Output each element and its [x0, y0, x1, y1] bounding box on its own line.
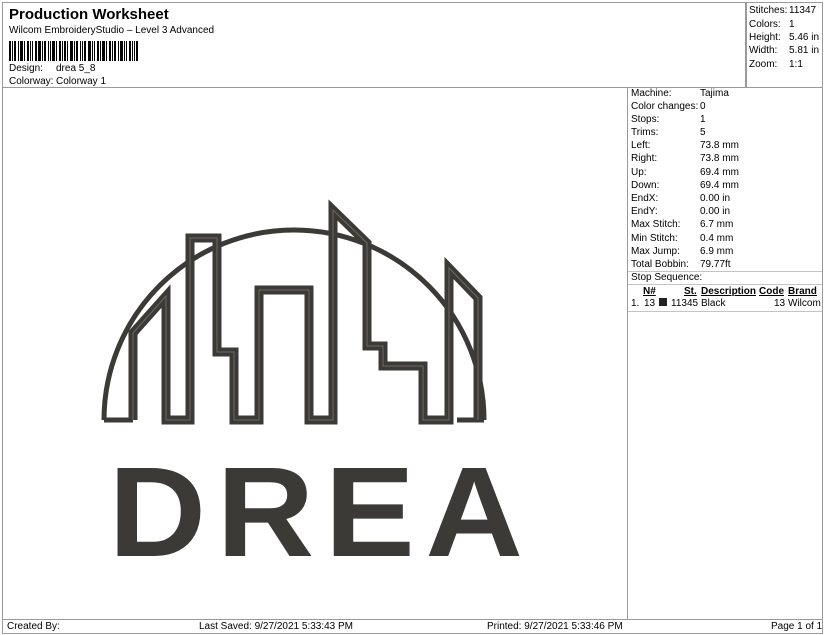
- summary-label: Height:: [749, 32, 781, 43]
- stop-sequence-title: Stop Sequence:: [631, 272, 703, 283]
- thread-color-swatch: [659, 298, 667, 306]
- colorway-value: Colorway 1: [56, 76, 107, 87]
- summary-label: Stitches:: [749, 5, 788, 16]
- summary-panel: Stitches: 11347 Colors: 1 Height: 5.46 in W…: [746, 2, 823, 88]
- summary-value: 1: [789, 19, 795, 30]
- summary-row-zoom: Zoom: 1:1: [749, 59, 821, 70]
- detail-row: Color changes: 0: [631, 101, 706, 112]
- worksheet-header: Production Worksheet Wilcom EmbroiderySt…: [2, 2, 746, 88]
- detail-value: 0.00 in: [700, 206, 731, 217]
- summary-value: 5.81 in: [789, 45, 820, 56]
- detail-row: EndX: 0.00 in: [631, 193, 730, 204]
- skyline-logo-artwork: [101, 199, 487, 425]
- detail-label: Right:: [631, 153, 658, 164]
- detail-label: Total Bobbin:: [631, 259, 689, 270]
- barcode-image: [9, 41, 138, 61]
- detail-value: 0: [700, 101, 706, 112]
- created-by: Created By:: [7, 621, 60, 632]
- detail-value: 0.00 in: [700, 193, 731, 204]
- design-preview: DREA: [2, 87, 628, 620]
- detail-row: Machine: Tajima: [631, 88, 729, 99]
- summary-value: 5.46 in: [789, 32, 820, 43]
- divider: [628, 284, 822, 285]
- detail-row: Total Bobbin: 79.77ft: [631, 259, 731, 270]
- detail-label: EndY:: [631, 206, 658, 217]
- summary-row-stitches: Stitches: 11347: [749, 5, 821, 16]
- detail-label: Up:: [631, 167, 647, 178]
- detail-label: Color changes:: [631, 101, 699, 112]
- row-code: 13: [774, 298, 786, 309]
- summary-label: Colors:: [749, 19, 781, 30]
- col-n-header: N#: [643, 286, 656, 297]
- row-brand: Wilcom: [788, 298, 821, 309]
- row-description: Black: [701, 298, 726, 309]
- detail-label: Trims:: [631, 127, 659, 138]
- summary-row-colors: Colors: 1: [749, 19, 821, 30]
- col-code-header: Code: [759, 286, 784, 297]
- detail-row: Down: 69.4 mm: [631, 180, 739, 191]
- detail-value: 69.4 mm: [700, 167, 739, 178]
- detail-row: Max Stitch: 6.7 mm: [631, 219, 733, 230]
- design-text: DREA: [109, 441, 534, 584]
- detail-label: Left:: [631, 140, 651, 151]
- col-brand-header: Brand: [788, 286, 817, 297]
- detail-value: 1: [700, 114, 706, 125]
- row-index: 1.: [631, 298, 640, 309]
- detail-label: Max Stitch:: [631, 219, 681, 230]
- divider: [628, 311, 822, 312]
- col-description-header: Description: [701, 286, 757, 297]
- detail-row: Trims: 5: [631, 127, 706, 138]
- detail-label: Down:: [631, 180, 660, 191]
- detail-row: Min Stitch: 0.4 mm: [631, 233, 733, 244]
- detail-row: Stops: 1: [631, 114, 706, 125]
- detail-value: 73.8 mm: [700, 153, 739, 164]
- embroidery-design: DREA: [101, 199, 534, 584]
- detail-row: Left: 73.8 mm: [631, 140, 739, 151]
- detail-value: 6.7 mm: [700, 219, 734, 230]
- summary-value: 11347: [789, 5, 817, 16]
- detail-value: Tajima: [700, 88, 729, 99]
- detail-value: 6.9 mm: [700, 246, 734, 257]
- design-value: drea 5_8: [56, 63, 96, 74]
- detail-value: 79.77ft: [700, 259, 731, 270]
- col-st-header: St.: [684, 286, 697, 297]
- detail-value: 73.8 mm: [700, 140, 739, 151]
- detail-value: 0.4 mm: [700, 233, 734, 244]
- detail-value: 5: [700, 127, 706, 138]
- detail-label: Max Jump:: [631, 246, 680, 257]
- detail-label: EndX:: [631, 193, 659, 204]
- software-name: Wilcom EmbroideryStudio – Level 3 Advanc…: [9, 25, 215, 36]
- colorway-label: Colorway:: [9, 76, 54, 87]
- last-saved: Last Saved: 9/27/2021 5:33:43 PM: [199, 621, 353, 632]
- summary-value: 1:1: [789, 59, 803, 70]
- detail-row: Up: 69.4 mm: [631, 167, 739, 178]
- design-label: Design:: [9, 63, 43, 74]
- worksheet-footer: Created By: Last Saved: 9/27/2021 5:33:4…: [2, 619, 823, 634]
- machine-details-panel: Machine: Tajima Color changes: 0 Stops: 1 T…: [627, 87, 823, 620]
- row-st: 11345: [671, 298, 699, 309]
- summary-label: Zoom:: [749, 59, 778, 70]
- summary-label: Width:: [749, 45, 778, 56]
- row-n: 13: [644, 298, 656, 309]
- detail-row: Right: 73.8 mm: [631, 153, 739, 164]
- colorway-row: Colorway: Colorway 1: [9, 76, 106, 87]
- detail-label: Min Stitch:: [631, 233, 678, 244]
- summary-row-width: Width: 5.81 in: [749, 45, 821, 56]
- design-row: Design: drea 5_8: [9, 63, 95, 74]
- detail-row: EndY: 0.00 in: [631, 206, 730, 217]
- printed-date: Printed: 9/27/2021 5:33:46 PM: [487, 621, 623, 632]
- summary-row-height: Height: 5.46 in: [749, 32, 821, 43]
- detail-label: Stops:: [631, 114, 660, 125]
- detail-value: 69.4 mm: [700, 180, 739, 191]
- page-title: Production Worksheet: [9, 6, 169, 23]
- detail-row: Max Jump: 6.9 mm: [631, 246, 733, 257]
- page-number: Page 1 of 1: [771, 621, 823, 632]
- detail-label: Machine:: [631, 88, 672, 99]
